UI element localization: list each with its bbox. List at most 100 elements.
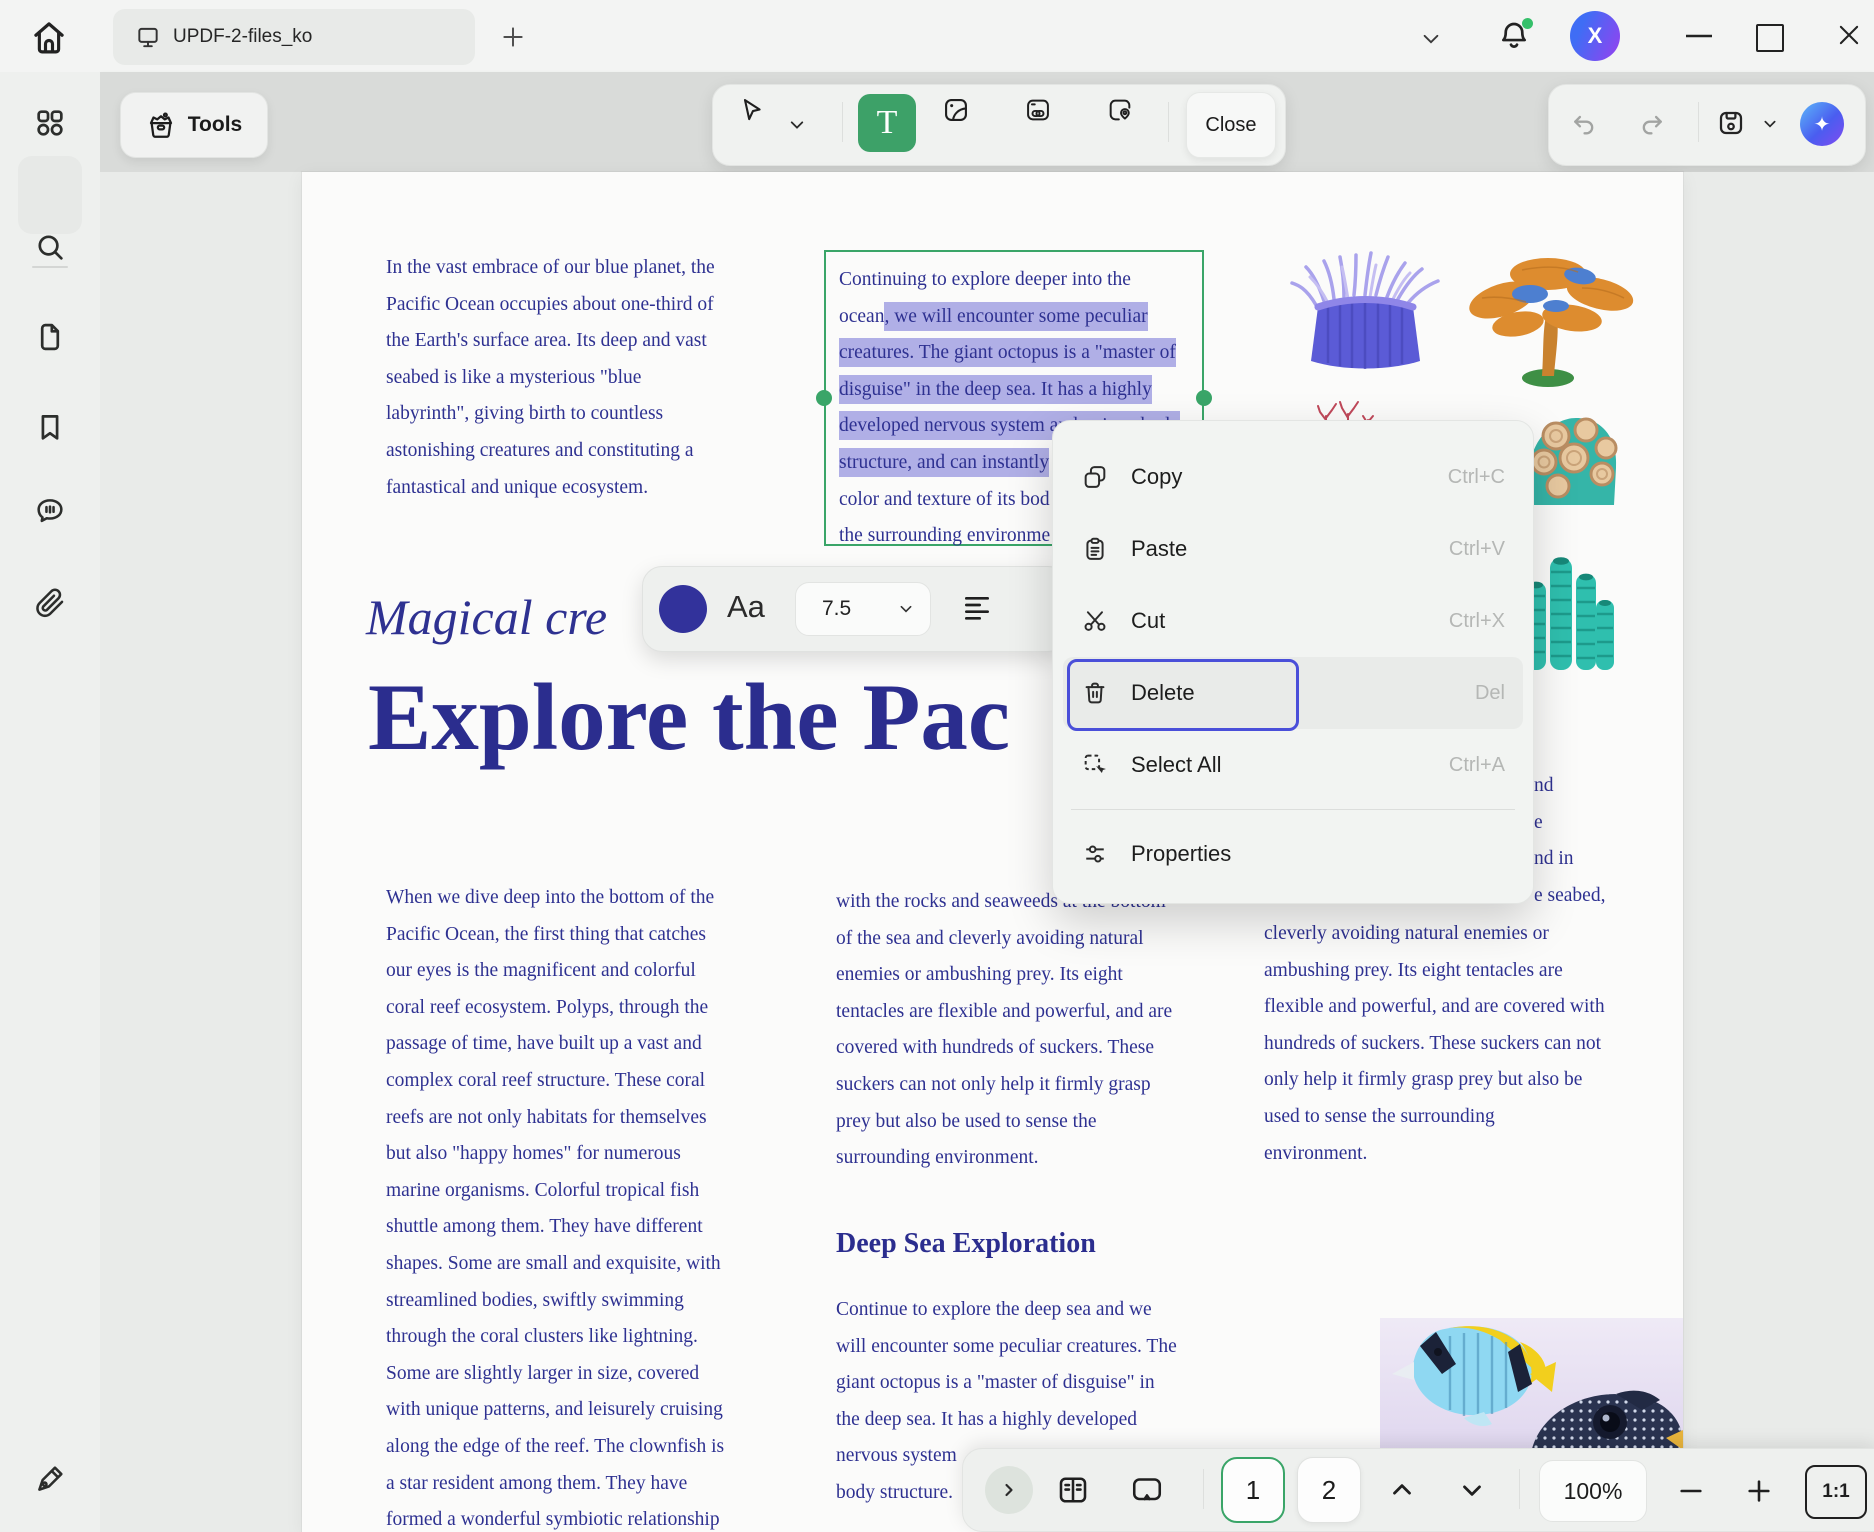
next-page-icon[interactable] xyxy=(1457,1475,1487,1505)
text-format-bar: Aa 7.5 xyxy=(642,566,1068,652)
context-menu-shortcut: Ctrl+X xyxy=(1449,610,1505,633)
toolbar-divider xyxy=(842,102,843,142)
close-window-icon[interactable] xyxy=(1836,22,1862,48)
thumbnails-icon[interactable] xyxy=(33,320,67,354)
context-menu-label: Select All xyxy=(1131,752,1449,778)
presentation-icon[interactable] xyxy=(1129,1472,1165,1508)
context-menu-label: Cut xyxy=(1131,608,1449,634)
image-tool-icon[interactable] xyxy=(942,96,970,124)
attachment-icon[interactable] xyxy=(33,586,67,620)
font-style-button[interactable]: Aa xyxy=(727,589,765,625)
previous-page-icon[interactable] xyxy=(1387,1475,1417,1505)
sidebar xyxy=(0,72,100,1532)
context-menu-item-select-all[interactable]: Select AllCtrl+A xyxy=(1063,729,1523,801)
expand-bar-button[interactable] xyxy=(985,1466,1033,1514)
context-menu-label: Paste xyxy=(1131,536,1449,562)
cursor-tool-icon[interactable] xyxy=(738,96,766,124)
document-tab[interactable]: UPDF-2-files_ko xyxy=(113,9,475,65)
redo-icon[interactable] xyxy=(1638,110,1666,138)
page-link-tool-icon[interactable] xyxy=(1106,96,1134,124)
anemone-image xyxy=(1288,243,1443,371)
textbox-line: disguise" in the deep sea. It has a high… xyxy=(839,372,1202,409)
undo-icon[interactable] xyxy=(1570,110,1598,138)
context-menu: CopyCtrl+CPasteCtrl+VCutCtrl+XDeleteDelS… xyxy=(1052,420,1534,904)
font-size-value: 7.5 xyxy=(822,597,851,621)
page-button-1[interactable]: 1 xyxy=(1221,1457,1285,1523)
tube-coral-image xyxy=(1522,548,1617,670)
sidebar-divider xyxy=(32,266,68,268)
link-tool-icon[interactable] xyxy=(1024,96,1052,124)
maximize-icon[interactable] xyxy=(1756,24,1784,52)
textbox-line: Continuing to explore deeper into the xyxy=(839,262,1202,299)
ai-assistant-icon[interactable]: ✦ xyxy=(1800,102,1844,146)
notification-dot xyxy=(1522,18,1533,29)
textbox-line: ocean, we will encounter some peculiar xyxy=(839,299,1202,336)
account-chevron-icon[interactable] xyxy=(1420,28,1442,50)
page-button-2[interactable]: 2 xyxy=(1297,1457,1361,1523)
minimize-icon[interactable] xyxy=(1686,34,1712,38)
title-bar: UPDF-2-files_ko X xyxy=(0,0,1874,72)
context-menu-item-copy[interactable]: CopyCtrl+C xyxy=(1063,441,1523,513)
font-color-swatch[interactable] xyxy=(659,585,707,633)
chevron-down-icon xyxy=(898,601,914,617)
text-tool-glyph: T xyxy=(877,104,898,142)
context-menu-shortcut: Del xyxy=(1475,682,1505,705)
save-icon[interactable] xyxy=(1716,108,1746,138)
paste-icon xyxy=(1081,535,1109,563)
context-menu-shortcut: Ctrl+C xyxy=(1448,466,1505,489)
monitor-icon xyxy=(135,24,161,50)
signature-pen-icon[interactable] xyxy=(33,1462,67,1496)
chevron-right-icon xyxy=(999,1480,1019,1500)
font-size-select[interactable]: 7.5 xyxy=(795,582,931,636)
cut-icon xyxy=(1081,607,1109,635)
updf-window: UPDF-2-files_ko X Tools T xyxy=(0,0,1874,1532)
main-heading: Explore the Pac xyxy=(368,662,1010,772)
fish-photo-image xyxy=(1380,1318,1683,1464)
context-menu-item-cut[interactable]: CutCtrl+X xyxy=(1063,585,1523,657)
bookmark-icon[interactable] xyxy=(33,410,67,444)
plate-coral-image xyxy=(1522,410,1618,505)
context-menu-item-paste[interactable]: PasteCtrl+V xyxy=(1063,513,1523,585)
zoom-in-icon[interactable] xyxy=(1745,1477,1773,1505)
delete-icon xyxy=(1081,679,1109,707)
select-all-icon xyxy=(1081,751,1109,779)
zoom-level-box[interactable]: 100% xyxy=(1539,1460,1647,1522)
context-menu-label: Copy xyxy=(1131,464,1448,490)
context-menu-shortcut: Ctrl+A xyxy=(1449,754,1505,777)
column2-top-paragraph: with the rocks and seaweeds at the botto… xyxy=(836,884,1172,1177)
actual-size-button[interactable]: 1:1 xyxy=(1805,1465,1867,1519)
tools-button[interactable]: Tools xyxy=(120,92,268,158)
coral-tree-image xyxy=(1452,238,1652,388)
context-menu-shortcut: Ctrl+V xyxy=(1449,538,1505,561)
sub-heading: Deep Sea Exploration xyxy=(836,1228,1096,1260)
toolbox-icon xyxy=(146,110,176,140)
close-edit-button[interactable]: Close xyxy=(1186,92,1276,158)
bottom-bar-divider xyxy=(1203,1469,1204,1509)
context-menu-divider xyxy=(1071,809,1515,810)
cursor-tool-chevron-icon[interactable] xyxy=(788,116,806,134)
column3-paragraph: cleverly avoiding natural enemies or amb… xyxy=(1264,916,1605,1172)
textbox-handle-left[interactable] xyxy=(816,390,832,406)
grid-button-bg xyxy=(18,156,82,234)
avatar[interactable]: X xyxy=(1570,11,1620,61)
column3-fragments: nd e nd in e seabed, xyxy=(1534,768,1605,914)
home-icon[interactable] xyxy=(28,16,70,58)
text-tool-button[interactable]: T xyxy=(858,94,916,152)
new-tab-icon[interactable] xyxy=(500,24,526,50)
context-menu-item-properties[interactable]: Properties xyxy=(1063,818,1523,890)
save-chevron-icon[interactable] xyxy=(1762,116,1778,132)
context-menu-items: CopyCtrl+CPasteCtrl+VCutCtrl+XDeleteDelS… xyxy=(1053,441,1533,890)
page-layout-icon[interactable] xyxy=(1055,1472,1091,1508)
comment-icon[interactable] xyxy=(33,494,67,528)
context-menu-item-delete[interactable]: DeleteDel xyxy=(1063,657,1523,729)
toolbar-divider xyxy=(1168,102,1169,142)
toolbar-divider xyxy=(1698,102,1699,142)
home-grid-icon[interactable] xyxy=(33,106,67,140)
zoom-out-icon[interactable] xyxy=(1677,1477,1705,1505)
search-icon[interactable] xyxy=(33,230,67,264)
text-align-icon[interactable] xyxy=(961,593,993,625)
context-menu-label: Delete xyxy=(1131,680,1475,706)
bottom-navigation-bar: 1 2 100% 1:1 xyxy=(962,1448,1874,1532)
textbox-handle-right[interactable] xyxy=(1196,390,1212,406)
column1-paragraph: When we dive deep into the bottom of the… xyxy=(386,880,724,1532)
